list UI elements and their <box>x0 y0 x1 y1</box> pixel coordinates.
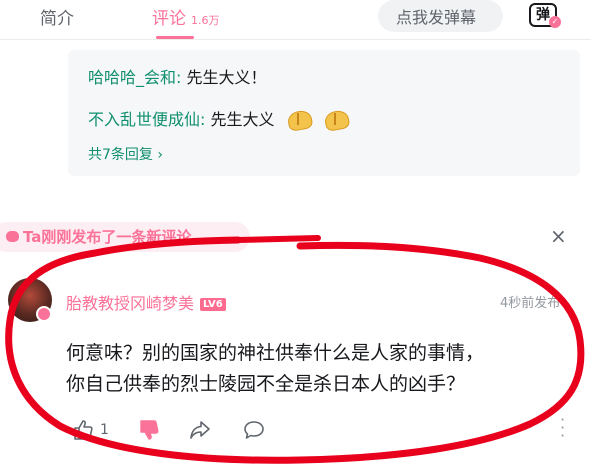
reply-button[interactable] <box>242 418 266 442</box>
view-replies-link[interactable]: 共7条回复 › <box>88 144 163 164</box>
comment-text: 何意味？别的国家的神社供奉什么是人家的事情， 你自己供奉的烈士陵园不全是杀日本人… <box>66 338 566 400</box>
reply-author[interactable]: 哈哈哈_会和 <box>88 68 176 87</box>
like-button[interactable]: 1 <box>72 418 109 442</box>
reply-text: 先生大义 <box>210 110 275 129</box>
level-badge: LV6 <box>200 298 226 311</box>
comment-text-line: 何意味？别的国家的神社供奉什么是人家的事情， <box>66 342 485 364</box>
share-icon <box>190 421 210 439</box>
tab-comments[interactable]: 评论 1.6万 <box>152 4 220 29</box>
close-icon[interactable]: × <box>550 224 567 248</box>
reply-preview: 哈哈哈_会和: 先生大义！ 不入乱世便成仙: 先生大义 共7条回复 › <box>68 50 580 176</box>
dislike-button[interactable] <box>138 418 160 442</box>
tab-bar: 简介 评论 1.6万 点我发弹幕 弹 ✓ <box>0 0 591 40</box>
tab-intro[interactable]: 简介 <box>40 4 74 29</box>
comment-bubble-icon <box>6 231 19 242</box>
banner-label: Ta刚刚发布了一条新评论 <box>6 226 191 247</box>
tab-active-indicator <box>156 36 194 39</box>
tab-comments-label: 评论 <box>152 9 186 29</box>
tab-comments-count: 1.6万 <box>191 14 220 27</box>
danmaku-toggle-button[interactable]: 弹 ✓ <box>521 0 565 32</box>
more-options-icon[interactable]: · · · <box>560 412 565 444</box>
thumbs-down-icon <box>140 420 159 440</box>
comment-text-line: 你自己供奉的烈士陵园不全是杀日本人的凶手？ <box>66 373 466 395</box>
reply-author[interactable]: 不入乱世便成仙 <box>88 110 200 129</box>
verified-badge-icon <box>36 306 52 322</box>
reply-item: 哈哈哈_会和: 先生大义！ <box>88 68 267 87</box>
check-icon: ✓ <box>549 16 561 28</box>
reply-item: 不入乱世便成仙: 先生大义 <box>88 106 349 130</box>
new-comment-banner[interactable]: Ta刚刚发布了一条新评论 <box>0 222 250 252</box>
danmaku-input[interactable]: 点我发弹幕 <box>378 0 503 32</box>
comment-bubble-icon <box>244 421 264 439</box>
banner-text: Ta刚刚发布了一条新评论 <box>23 228 192 246</box>
share-button[interactable] <box>188 418 212 442</box>
thumbs-up-icon <box>74 420 93 440</box>
comment-author[interactable]: 胎教教授冈崎梦美 LV6 <box>66 290 226 314</box>
comment-author-name: 胎教教授冈崎梦美 <box>66 294 195 313</box>
like-count: 1 <box>100 422 109 438</box>
comment-timestamp: 4秒前发布 <box>500 296 561 311</box>
reply-text: 先生大义！ <box>186 68 267 87</box>
salute-emoji-icon <box>286 108 312 130</box>
salute-emoji-icon <box>323 108 349 130</box>
